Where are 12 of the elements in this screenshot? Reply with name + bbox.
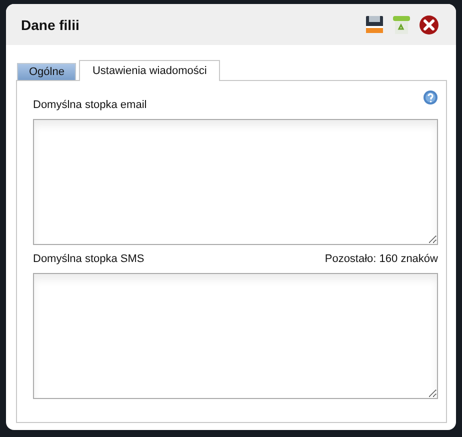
field-label: Domyślna stopka email [33,99,147,111]
text-area[interactable] [33,273,438,399]
recycle-bin-icon[interactable] [392,14,411,34]
tab[interactable]: Ustawienia wiadomości [79,60,220,81]
save-icon[interactable] [365,15,384,34]
text-area[interactable] [33,119,438,245]
character-counter: Pozostało: 160 znaków [324,253,438,265]
tab[interactable]: Ogólne [17,63,76,80]
help-icon[interactable] [423,90,438,105]
window-title: Dane filii [21,16,80,32]
field-label: Domyślna stopka SMS [33,253,144,265]
close-icon[interactable] [419,14,439,34]
